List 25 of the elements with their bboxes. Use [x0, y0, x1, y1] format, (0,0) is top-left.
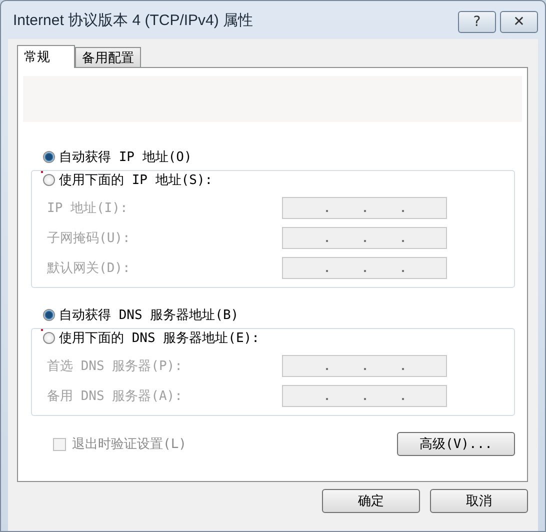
radio-button[interactable] — [43, 309, 55, 321]
ip-address-field[interactable] — [282, 227, 447, 249]
radio-label: 使用下面的 DNS 服务器地址(E): — [59, 330, 260, 347]
cancel-button[interactable]: 取消 — [430, 489, 528, 513]
field-label: 子网掩码(U): — [47, 230, 132, 247]
radio-button[interactable] — [43, 332, 55, 344]
ip-address-field[interactable] — [282, 197, 447, 219]
ip-address-field[interactable] — [282, 385, 447, 407]
field-label: 首选 DNS 服务器(P): — [47, 358, 184, 375]
tab[interactable]: 常规 — [17, 45, 75, 68]
field-label: IP 地址(I): — [47, 200, 129, 217]
ip-address-field[interactable] — [282, 257, 447, 279]
ok-button[interactable]: 确定 — [322, 489, 420, 513]
help-button[interactable]: ? — [458, 11, 496, 33]
checkbox-label: 退出时验证设置(L) — [72, 436, 186, 453]
radio-label: 使用下面的 IP 地址(S): — [59, 172, 213, 189]
field-label: 默认网关(D): — [47, 260, 132, 277]
close-button[interactable]: ✕ — [500, 11, 538, 33]
window-title: Internet 协议版本 4 (TCP/IPv4) 属性 — [13, 10, 254, 30]
radio-button[interactable] — [43, 151, 55, 163]
advanced-button[interactable]: 高级(V)... — [397, 432, 515, 456]
tab[interactable]: 备用配置 — [75, 47, 141, 67]
ip-address-field[interactable] — [282, 355, 447, 377]
radio-button[interactable] — [43, 174, 55, 186]
field-label: 备用 DNS 服务器(A): — [47, 388, 184, 405]
